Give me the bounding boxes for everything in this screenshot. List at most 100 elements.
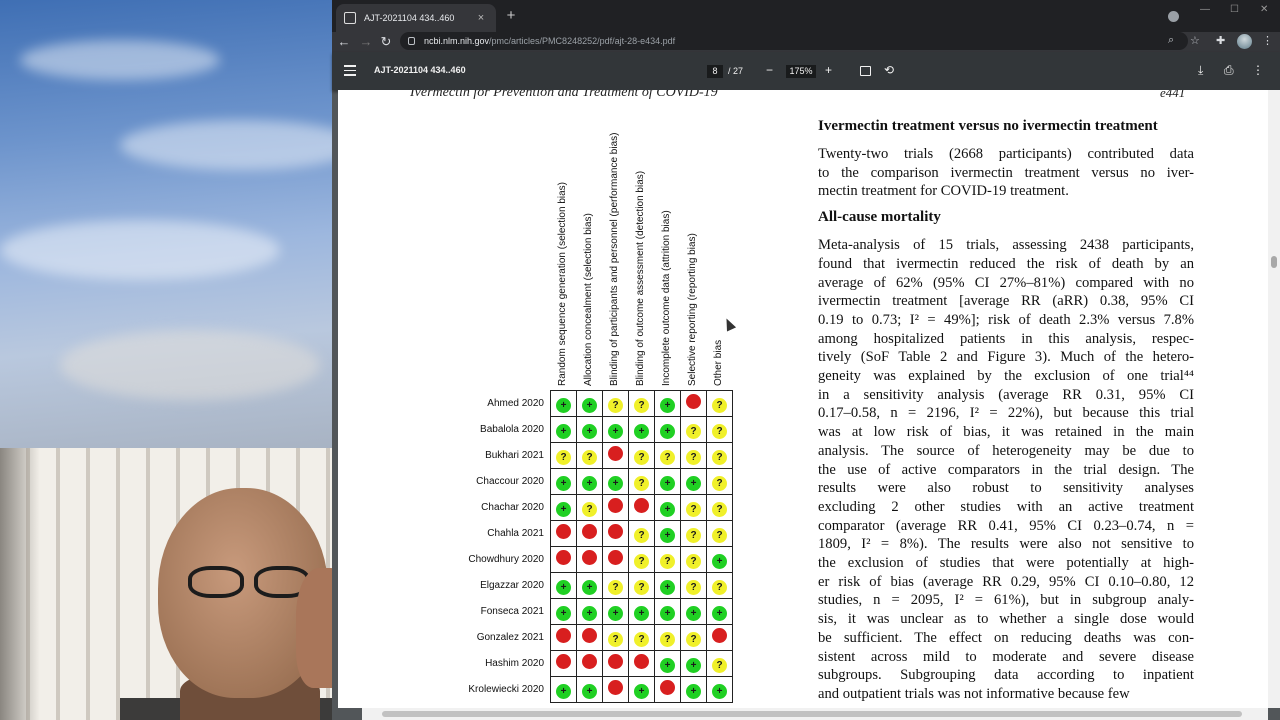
tab-search-icon[interactable] bbox=[1168, 11, 1179, 22]
table-row: + + + + + bbox=[550, 676, 733, 703]
rotate-icon[interactable]: ⟲ bbox=[884, 63, 894, 77]
bias-cell: ? bbox=[628, 572, 655, 599]
unclear-risk-icon: ? bbox=[686, 553, 701, 569]
close-window-icon[interactable]: ✕ bbox=[1260, 4, 1268, 15]
bias-cell: ? bbox=[706, 572, 733, 599]
zoom-magnifier-icon[interactable]: ⌕ bbox=[1168, 34, 1174, 47]
bias-cell bbox=[602, 520, 629, 547]
text-line: tively (SoF Table 2 and Figure 3). Much … bbox=[818, 349, 1194, 366]
zoom-in-button[interactable]: + bbox=[825, 63, 832, 77]
bias-cell: ? bbox=[654, 546, 681, 573]
unclear-risk-icon: ? bbox=[712, 397, 727, 413]
bias-cell: + bbox=[654, 598, 681, 625]
pdf-viewer[interactable]: Ivermectin for Prevention and Treatment … bbox=[332, 90, 1280, 708]
low-risk-icon: + bbox=[556, 501, 571, 517]
bias-cell bbox=[550, 650, 577, 677]
risk-of-bias-table: + +?? +? + + + + +???????? + + +? + +? +? +??? +????? + +… bbox=[550, 390, 733, 703]
high-risk-icon bbox=[556, 653, 571, 669]
bias-column-header: Incomplete outcome data (attrition bias) bbox=[661, 210, 672, 386]
low-risk-icon: + bbox=[686, 605, 701, 621]
bias-cell bbox=[576, 624, 603, 651]
unclear-risk-icon: ? bbox=[686, 501, 701, 517]
zoom-out-button[interactable]: − bbox=[766, 63, 773, 77]
text-line: and outpatient trials was not informativ… bbox=[818, 685, 1130, 702]
bias-cell: + bbox=[706, 598, 733, 625]
unclear-risk-icon: ? bbox=[712, 501, 727, 517]
download-icon[interactable]: ⤓ bbox=[1198, 63, 1203, 77]
high-risk-icon bbox=[608, 497, 623, 513]
bias-cell: + bbox=[602, 468, 629, 495]
bias-cell: + bbox=[654, 520, 681, 547]
low-risk-icon: + bbox=[712, 683, 727, 699]
text-line: excluding 2 other studies with an active… bbox=[818, 498, 1194, 515]
bias-cell: + bbox=[654, 390, 681, 417]
zoom-level-input[interactable]: 175% bbox=[786, 65, 816, 78]
address-bar[interactable]: ncbi.nlm.nih.gov/pmc/articles/PMC8248252… bbox=[400, 32, 1188, 50]
unclear-risk-icon: ? bbox=[686, 527, 701, 543]
menu-kebab-icon[interactable]: ⋮ bbox=[1262, 34, 1273, 47]
vertical-scroll-thumb[interactable] bbox=[1271, 256, 1277, 268]
high-risk-icon bbox=[556, 627, 571, 643]
fit-page-icon[interactable] bbox=[860, 66, 871, 76]
high-risk-icon bbox=[582, 653, 597, 669]
bias-cell bbox=[550, 546, 577, 573]
new-tab-button[interactable]: + bbox=[502, 7, 520, 24]
table-row: + + + + +?? bbox=[550, 416, 733, 443]
browser-tab[interactable]: AJT-2021104 434..460 × bbox=[336, 4, 496, 32]
high-risk-icon bbox=[634, 653, 649, 669]
bias-cell: + bbox=[628, 416, 655, 443]
table-row: + +?? +? bbox=[550, 390, 733, 417]
bias-cell: + bbox=[628, 598, 655, 625]
sidebar-menu-icon[interactable] bbox=[344, 65, 356, 76]
forward-icon[interactable]: → bbox=[356, 33, 376, 51]
bias-cell: + bbox=[654, 494, 681, 521]
table-row: + + + + + + + bbox=[550, 598, 733, 625]
back-icon[interactable]: ← bbox=[334, 33, 354, 51]
minimize-icon[interactable]: — bbox=[1200, 4, 1210, 15]
vertical-scrollbar[interactable] bbox=[1268, 90, 1280, 708]
profile-avatar[interactable] bbox=[1237, 34, 1252, 49]
text-line: sis, it was unclear as to whether a sing… bbox=[818, 611, 1194, 628]
page-number-input[interactable]: 8 bbox=[707, 65, 723, 78]
bias-cell: ? bbox=[628, 546, 655, 573]
browser-window: AJT-2021104 434..460 × + — ☐ ✕ ← → ↻ ncb… bbox=[332, 0, 1280, 720]
bias-cell: ? bbox=[706, 416, 733, 443]
text-line: analysis. The source of heterogeneity ma… bbox=[818, 442, 1194, 459]
unclear-risk-icon: ? bbox=[686, 449, 701, 465]
unclear-risk-icon: ? bbox=[634, 579, 649, 595]
high-risk-icon bbox=[712, 627, 727, 643]
bias-cell: ? bbox=[680, 520, 707, 547]
bias-cell bbox=[654, 676, 681, 703]
text-line: among hospitalized patients in this anal… bbox=[818, 330, 1194, 347]
unclear-risk-icon: ? bbox=[712, 527, 727, 543]
bookmark-star-icon[interactable]: ☆ bbox=[1190, 34, 1200, 47]
text-line: mectin treatment for COVID-19 treatment. bbox=[818, 183, 1069, 200]
horizontal-scroll-thumb[interactable] bbox=[382, 711, 1242, 717]
unclear-risk-icon: ? bbox=[608, 579, 623, 595]
unclear-risk-icon: ? bbox=[582, 501, 597, 517]
extensions-icon[interactable]: ✚ bbox=[1216, 34, 1225, 47]
unclear-risk-icon: ? bbox=[712, 475, 727, 491]
unclear-risk-icon: ? bbox=[712, 449, 727, 465]
url-text: ncbi.nlm.nih.gov/pmc/articles/PMC8248252… bbox=[424, 36, 676, 46]
low-risk-icon: + bbox=[686, 475, 701, 491]
bias-cell: + bbox=[680, 598, 707, 625]
low-risk-icon: + bbox=[608, 605, 623, 621]
bias-cell: + bbox=[550, 416, 577, 443]
paragraph-mortality: Meta-analysis of 15 trials, assessing 24… bbox=[818, 236, 1194, 704]
horizontal-scrollbar[interactable] bbox=[362, 708, 1268, 720]
study-label: Chowdhury 2020 bbox=[468, 554, 544, 565]
print-icon[interactable]: ⎙ bbox=[1224, 63, 1234, 77]
reload-icon[interactable]: ↻ bbox=[376, 33, 396, 51]
study-label: Chahla 2021 bbox=[487, 528, 544, 539]
tab-close-icon[interactable]: × bbox=[474, 12, 488, 24]
bias-cell bbox=[602, 494, 629, 521]
bias-cell: + bbox=[628, 676, 655, 703]
text-line: the use of active comparators in the tri… bbox=[818, 461, 1194, 478]
unclear-risk-icon: ? bbox=[608, 631, 623, 647]
more-actions-icon[interactable]: ⋮ bbox=[1252, 63, 1264, 77]
maximize-icon[interactable]: ☐ bbox=[1230, 4, 1239, 15]
unclear-risk-icon: ? bbox=[634, 449, 649, 465]
bias-cell bbox=[550, 520, 577, 547]
bias-cell bbox=[576, 546, 603, 573]
